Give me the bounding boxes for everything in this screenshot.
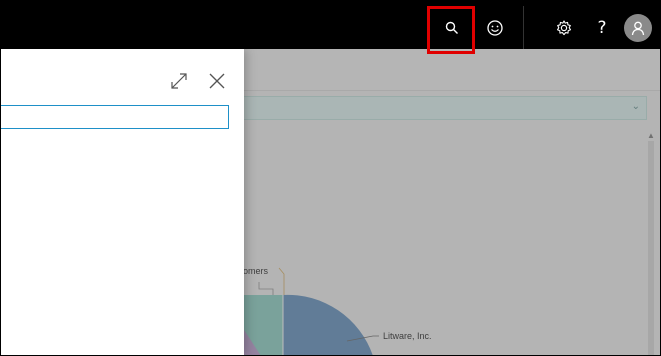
smiley-icon <box>487 19 503 36</box>
expand-button[interactable] <box>167 69 191 93</box>
search-panel <box>1 49 244 355</box>
top-nav-bar: ? <box>1 6 660 49</box>
help-label: ? <box>597 17 607 38</box>
search-button[interactable] <box>429 6 475 49</box>
search-icon <box>445 21 458 34</box>
feedback-button[interactable] <box>472 6 518 49</box>
search-input[interactable] <box>1 105 229 129</box>
gear-icon <box>556 19 572 35</box>
person-icon <box>631 21 645 35</box>
nav-separator <box>523 6 524 49</box>
close-button[interactable] <box>205 69 229 93</box>
close-icon <box>209 73 225 89</box>
user-account-button[interactable] <box>615 6 660 49</box>
app-window: ? ⌄ ▲ omers Litware, Inc. <box>0 0 661 356</box>
avatar <box>624 13 652 42</box>
expand-icon <box>171 73 187 89</box>
